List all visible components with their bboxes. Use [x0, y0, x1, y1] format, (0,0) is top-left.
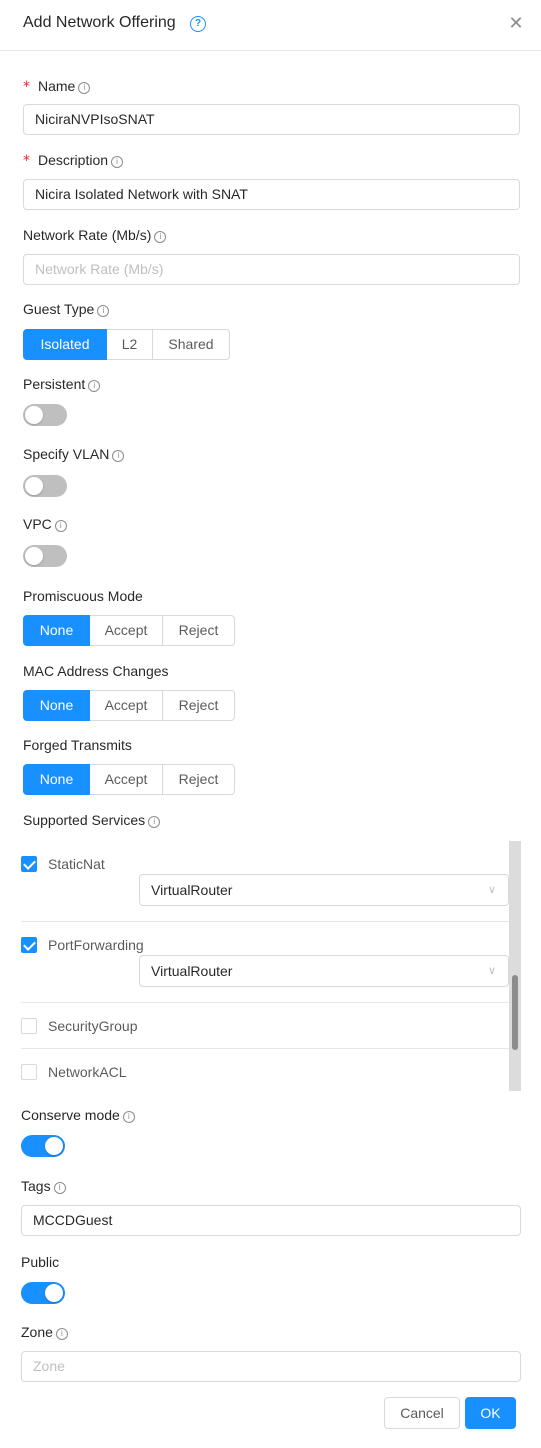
promiscuous-mode-radio-group: None Accept Reject [23, 615, 235, 646]
divider [21, 1002, 509, 1003]
description-input[interactable]: Nicira Isolated Network with SNAT [23, 179, 520, 210]
network-rate-input[interactable]: Network Rate (Mb/s) [23, 254, 520, 285]
promiscuous-accept[interactable]: Accept [89, 615, 163, 646]
guest-type-isolated[interactable]: Isolated [23, 329, 107, 360]
promiscuous-mode-label: Promiscuous Mode [23, 588, 143, 604]
dialog-title: Add Network Offering [23, 14, 176, 31]
tags-input[interactable]: MCCDGuest [21, 1205, 521, 1236]
ok-button[interactable]: OK [465, 1397, 516, 1429]
conserve-mode-switch[interactable] [21, 1135, 65, 1157]
persistent-label: Persistent i [23, 376, 101, 392]
info-icon[interactable]: i [88, 380, 101, 392]
securitygroup-label: SecurityGroup [48, 1018, 138, 1034]
guest-type-radio-group: Isolated L2 Shared [23, 329, 230, 360]
divider [21, 921, 509, 922]
specify-vlan-switch[interactable] [23, 475, 67, 497]
mac-reject[interactable]: Reject [162, 690, 235, 721]
name-label: * Name i [23, 78, 91, 95]
tags-label: Tags i [21, 1178, 66, 1194]
switch-knob [45, 1137, 63, 1155]
forged-accept[interactable]: Accept [89, 764, 163, 795]
required-mark: * [23, 79, 30, 95]
required-mark: * [23, 153, 30, 169]
public-switch[interactable] [21, 1282, 65, 1304]
forged-none[interactable]: None [23, 764, 90, 795]
mac-accept[interactable]: Accept [89, 690, 163, 721]
info-icon[interactable]: i [112, 450, 125, 462]
switch-knob [25, 406, 43, 424]
guest-type-shared[interactable]: Shared [152, 329, 230, 360]
networkacl-checkbox[interactable] [21, 1064, 37, 1080]
close-icon[interactable]: ✕ [507, 14, 525, 32]
info-icon[interactable]: i [53, 1182, 66, 1194]
info-icon[interactable]: i [54, 520, 67, 532]
services-scrollbar-thumb[interactable] [512, 975, 518, 1050]
network-rate-label: Network Rate (Mb/s) i [23, 227, 167, 243]
info-icon[interactable]: i [154, 231, 167, 243]
promiscuous-none[interactable]: None [23, 615, 90, 646]
vpc-switch[interactable] [23, 545, 67, 567]
promiscuous-reject[interactable]: Reject [162, 615, 235, 646]
staticnat-checkbox[interactable] [21, 856, 37, 872]
supported-services-label: Supported Services i [23, 812, 161, 828]
zone-select[interactable]: Zone [21, 1351, 521, 1382]
guest-type-label: Guest Type i [23, 301, 110, 317]
switch-knob [45, 1284, 63, 1302]
portforwarding-provider-select[interactable]: VirtualRouter ∨ [139, 955, 509, 987]
info-icon[interactable]: i [122, 1111, 135, 1123]
chevron-down-icon: ∨ [487, 965, 496, 977]
specify-vlan-label: Specify VLAN i [23, 446, 125, 462]
securitygroup-checkbox[interactable] [21, 1018, 37, 1034]
zone-label: Zone i [21, 1324, 68, 1340]
staticnat-provider-select[interactable]: VirtualRouter ∨ [139, 874, 509, 906]
question-circle-icon[interactable]: ? [190, 16, 206, 32]
services-scrollbar-track[interactable] [509, 841, 521, 1091]
info-icon[interactable]: i [97, 305, 110, 317]
mac-address-changes-label: MAC Address Changes [23, 663, 169, 679]
description-label: * Description i [23, 152, 124, 169]
info-icon[interactable]: i [55, 1328, 68, 1340]
vpc-label: VPC i [23, 516, 67, 532]
forged-reject[interactable]: Reject [162, 764, 235, 795]
divider [21, 1048, 509, 1049]
chevron-down-icon: ∨ [487, 884, 496, 896]
guest-type-l2[interactable]: L2 [106, 329, 153, 360]
portforwarding-label: PortForwarding [48, 937, 144, 953]
info-icon[interactable]: i [148, 816, 161, 828]
mac-address-changes-radio-group: None Accept Reject [23, 690, 235, 721]
networkacl-label: NetworkACL [48, 1064, 127, 1080]
switch-knob [25, 547, 43, 565]
persistent-switch[interactable] [23, 404, 67, 426]
public-label: Public [21, 1254, 60, 1270]
info-icon[interactable]: i [111, 156, 124, 168]
forged-transmits-label: Forged Transmits [23, 737, 132, 753]
portforwarding-checkbox[interactable] [21, 937, 37, 953]
cancel-button[interactable]: Cancel [384, 1397, 460, 1429]
info-icon[interactable]: i [78, 82, 91, 94]
forged-transmits-radio-group: None Accept Reject [23, 764, 235, 795]
conserve-mode-label: Conserve mode i [21, 1107, 135, 1123]
switch-knob [25, 477, 43, 495]
mac-none[interactable]: None [23, 690, 90, 721]
staticnat-label: StaticNat [48, 856, 105, 872]
name-input[interactable]: NiciraNVPIsoSNAT [23, 104, 520, 135]
dialog-header: Add Network Offering ? ✕ [0, 0, 541, 51]
